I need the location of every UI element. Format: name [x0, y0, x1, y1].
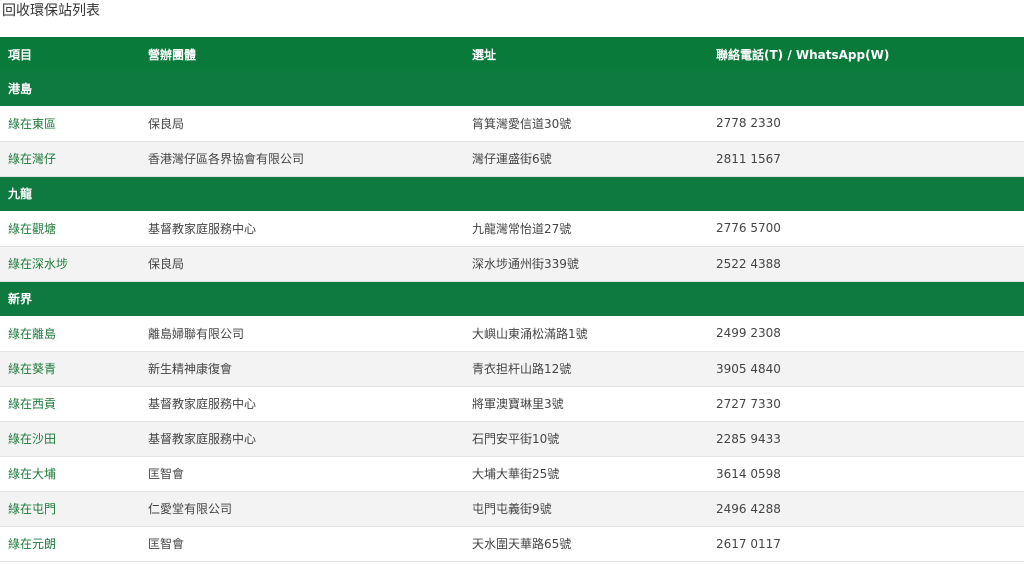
station-link[interactable]: 綠在大埔 — [8, 467, 56, 481]
table-header: 項目 營辦團體 選址 聯絡電話(T) / WhatsApp(W) — [0, 37, 1024, 71]
cell-address: 筲箕灣愛信道30號 — [472, 116, 572, 131]
region-row: 九龍 — [0, 176, 1024, 211]
cell-phone: 2727 7330 — [716, 396, 781, 411]
station-link[interactable]: 綠在深水埗 — [8, 257, 68, 271]
station-link[interactable]: 綠在沙田 — [8, 432, 56, 446]
cell-operator: 新生精神康復會 — [148, 362, 233, 376]
table-row: 綠在沙田 基督教家庭服務中心 石門安平街10號 2285 9433 — [0, 421, 1024, 456]
column-header-item: 項目 — [8, 47, 33, 62]
cell-item: 綠在東區 — [0, 106, 140, 141]
cell-operator: 保良局 — [148, 257, 185, 271]
cell-item: 綠在離島 — [0, 316, 140, 351]
cell-address: 九龍灣常怡道27號 — [472, 221, 572, 236]
cell-phone: 2776 5700 — [716, 221, 781, 236]
cell-operator: 保良局 — [148, 116, 185, 131]
cell-operator: 香港灣仔區各界協會有限公司 — [148, 152, 305, 166]
station-link[interactable]: 綠在元朗 — [8, 537, 56, 551]
cell-address: 將軍澳寶琳里3號 — [472, 397, 564, 411]
page-title: 回收環保站列表 — [2, 3, 100, 19]
cell-phone: 3905 4840 — [716, 361, 781, 376]
cell-phone: 2778 2330 — [716, 116, 781, 131]
column-header-operator: 營辦團體 — [148, 47, 197, 62]
cell-address: 深水埗通州街339號 — [472, 257, 579, 271]
station-link[interactable]: 綠在葵青 — [8, 362, 56, 376]
cell-item: 綠在屯門 — [0, 491, 140, 526]
region-heading: 九龍 — [8, 187, 33, 202]
cell-operator: 仁愛堂有限公司 — [148, 502, 233, 516]
cell-address: 青衣担杆山路12號 — [472, 362, 572, 376]
cell-operator: 匡智會 — [148, 467, 185, 481]
table-row: 綠在深水埗 保良局 深水埗通州街339號 2522 4388 — [0, 246, 1024, 281]
column-header-phone: 聯絡電話(T) / WhatsApp(W) — [716, 47, 890, 62]
cell-address: 大埔大華街25號 — [472, 467, 560, 481]
cell-item: 綠在灣仔 — [0, 141, 140, 176]
table-row: 綠在元朗 匡智會 天水圍天華路65號 2617 0117 — [0, 526, 1024, 561]
cell-address: 灣仔運盛街6號 — [472, 152, 552, 166]
cell-address: 天水圍天華路65號 — [472, 537, 572, 551]
column-header-address: 選址 — [472, 47, 497, 62]
station-link[interactable]: 綠在西貢 — [8, 397, 56, 411]
station-link[interactable]: 綠在屯門 — [8, 502, 56, 516]
cell-address: 石門安平街10號 — [472, 432, 560, 446]
cell-phone: 2522 4388 — [716, 256, 781, 271]
table-body: 港島 綠在東區 保良局 筲箕灣愛信道30號 2778 2330 綠在灣仔 香港灣仔區各界協會… — [0, 71, 1024, 561]
cell-item: 綠在西貢 — [0, 386, 140, 421]
region-row: 港島 — [0, 71, 1024, 106]
cell-item: 綠在深水埗 — [0, 246, 140, 281]
recycling-stations-table: 項目 營辦團體 選址 聯絡電話(T) / WhatsApp(W) 港島 綠在東區保… — [0, 37, 1024, 562]
header-row: 項目 營辦團體 選址 聯絡電話(T) / WhatsApp(W) — [0, 37, 1024, 71]
cell-phone: 2499 2308 — [716, 326, 781, 341]
station-link[interactable]: 綠在灣仔 — [8, 152, 56, 166]
table-row: 綠在東區 保良局 筲箕灣愛信道30號 2778 2330 — [0, 106, 1024, 141]
cell-phone: 3614 0598 — [716, 466, 781, 481]
region-row: 新界 — [0, 281, 1024, 316]
table-row: 綠在西貢 基督教家庭服務中心 將軍澳寶琳里3號 2727 7330 — [0, 386, 1024, 421]
table-row: 綠在觀塘 基督教家庭服務中心 九龍灣常怡道27號 2776 5700 — [0, 211, 1024, 246]
region-heading: 新界 — [8, 292, 33, 307]
cell-item: 綠在大埔 — [0, 456, 140, 491]
region-heading: 港島 — [8, 82, 33, 96]
cell-item: 綠在元朗 — [0, 526, 140, 561]
cell-item: 綠在葵青 — [0, 351, 140, 386]
table-row: 綠在屯門 仁愛堂有限公司 屯門屯義街9號 2496 4288 — [0, 491, 1024, 526]
cell-phone: 2285 9433 — [716, 431, 781, 446]
station-link[interactable]: 綠在東區 — [8, 117, 56, 131]
cell-address: 大嶼山東涌松滿路1號 — [472, 326, 588, 341]
table-row: 綠在葵青 新生精神康復會 青衣担杆山路12號 3905 4840 — [0, 351, 1024, 386]
cell-item: 綠在沙田 — [0, 421, 140, 456]
station-link[interactable]: 綠在離島 — [8, 327, 56, 341]
station-link[interactable]: 綠在觀塘 — [8, 222, 56, 236]
cell-phone: 2617 0117 — [716, 536, 781, 551]
cell-address: 屯門屯義街9號 — [472, 502, 552, 516]
cell-operator: 基督教家庭服務中心 — [148, 397, 257, 411]
table-row: 綠在離島 離島婦聯有限公司 大嶼山東涌松滿路1號 2499 2308 — [0, 316, 1024, 351]
cell-phone: 2811 1567 — [716, 151, 781, 166]
table-row: 綠在大埔 匡智會 大埔大華街25號 3614 0598 — [0, 456, 1024, 491]
cell-operator: 匡智會 — [148, 537, 185, 551]
cell-operator: 基督教家庭服務中心 — [148, 432, 257, 446]
cell-operator: 基督教家庭服務中心 — [148, 221, 257, 236]
table-row: 綠在灣仔 香港灣仔區各界協會有限公司 灣仔運盛街6號 2811 1567 — [0, 141, 1024, 176]
cell-operator: 離島婦聯有限公司 — [148, 326, 245, 341]
cell-item: 綠在觀塘 — [0, 211, 140, 246]
cell-phone: 2496 4288 — [716, 501, 781, 516]
